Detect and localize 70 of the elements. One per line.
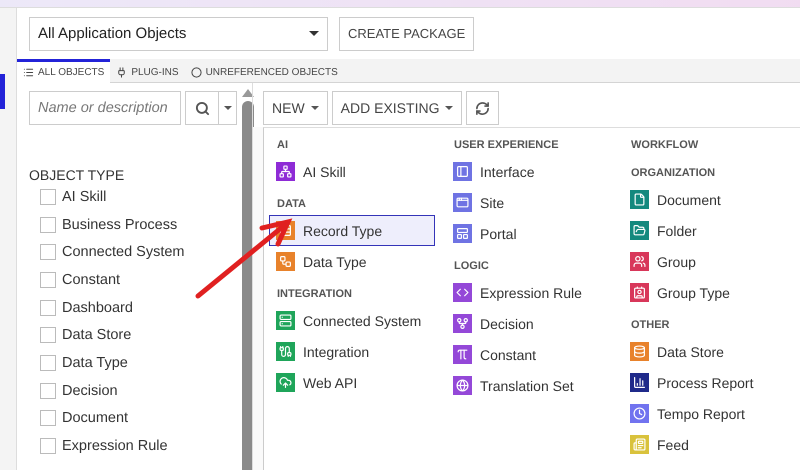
plug-icon [116, 66, 128, 78]
section-heading: DATA [276, 197, 307, 212]
menu-item[interactable]: Data Store [623, 336, 789, 367]
menu-item[interactable]: Connected System [269, 305, 435, 336]
menu-item[interactable]: Web API [269, 367, 435, 398]
menu-item[interactable]: Constant [446, 339, 612, 370]
section-heading: OTHER [630, 318, 670, 333]
scrollbar-thumb[interactable] [242, 101, 254, 470]
menu-item[interactable]: Document [623, 184, 789, 215]
checkbox[interactable] [40, 188, 56, 205]
checkbox-label: Decision [62, 382, 118, 399]
menu-item[interactable]: Site [446, 187, 612, 218]
caret-icon [224, 106, 232, 110]
circle-icon [190, 66, 202, 78]
menu-item[interactable]: Tempo Report [623, 398, 789, 429]
menu-item[interactable]: Interface [446, 156, 612, 187]
section-heading: ORGANIZATION [630, 166, 716, 181]
caret-icon [309, 31, 319, 36]
menu-item[interactable]: Group [623, 246, 789, 277]
menu-item[interactable]: Decision [446, 308, 612, 339]
menu-item[interactable]: Process Report [623, 367, 789, 398]
menu-item[interactable]: Feed [623, 429, 789, 460]
tab[interactable]: UNREFERENCED OBJECTS [184, 59, 344, 82]
checkbox-label: Data Type [62, 354, 128, 371]
checkbox-label: Connected System [62, 244, 185, 260]
checkbox[interactable] [40, 438, 56, 454]
menu-item[interactable]: Portal [446, 218, 612, 249]
create-package-button[interactable]: CREATE PACKAGE [339, 16, 474, 50]
tab[interactable]: PLUG-INS [110, 59, 185, 82]
menu-item[interactable]: Folder [623, 215, 789, 246]
list-icon [23, 67, 34, 78]
menu-item[interactable]: Record Type [269, 215, 435, 246]
checkbox-label: Constant [62, 272, 120, 288]
refresh-button[interactable] [466, 91, 500, 125]
section-heading: WORKFLOW [630, 138, 700, 153]
filter-title: OBJECT TYPE [29, 167, 126, 183]
active-indicator [0, 74, 5, 109]
checkbox-label: Expression Rule [62, 438, 168, 454]
new-button[interactable]: NEW [263, 91, 328, 125]
section-heading: USER EXPERIENCE [453, 138, 560, 153]
checkbox-label: Data Store [62, 327, 132, 344]
caret-icon [310, 106, 319, 110]
search-field[interactable]: Name or description [29, 91, 181, 125]
scope-dropdown[interactable]: All Application Objects [29, 16, 328, 50]
checkbox[interactable] [40, 216, 56, 233]
checkbox[interactable] [40, 244, 56, 260]
menu-item[interactable]: Group Type [623, 277, 789, 308]
section-heading: LOGIC [453, 259, 490, 274]
checkbox[interactable] [40, 272, 56, 288]
menu-item[interactable]: Translation Set [446, 370, 612, 401]
menu-item[interactable]: Expression Rule [446, 277, 612, 308]
menu-item[interactable]: Data Type [269, 246, 435, 277]
refresh-icon [475, 100, 490, 116]
tab[interactable]: ALL OBJECTS [17, 59, 110, 83]
menu-item[interactable]: AI Skill [269, 156, 435, 187]
checkbox[interactable] [40, 327, 56, 344]
checkbox-label: AI Skill [62, 188, 106, 205]
checkbox-label: Business Process [62, 216, 178, 233]
checkbox-label: Document [62, 410, 128, 426]
section-heading: AI [276, 138, 289, 153]
checkbox[interactable] [40, 354, 56, 371]
section-heading: INTEGRATION [276, 287, 353, 302]
caret-icon [445, 106, 454, 110]
menu-item[interactable]: Integration [269, 336, 435, 367]
add-existing-button[interactable]: ADD EXISTING [332, 91, 462, 125]
checkbox[interactable] [40, 410, 56, 426]
checkbox[interactable] [40, 382, 56, 399]
checkbox[interactable] [40, 300, 56, 316]
search-icon [194, 100, 210, 116]
checkbox-label: Dashboard [62, 300, 133, 316]
